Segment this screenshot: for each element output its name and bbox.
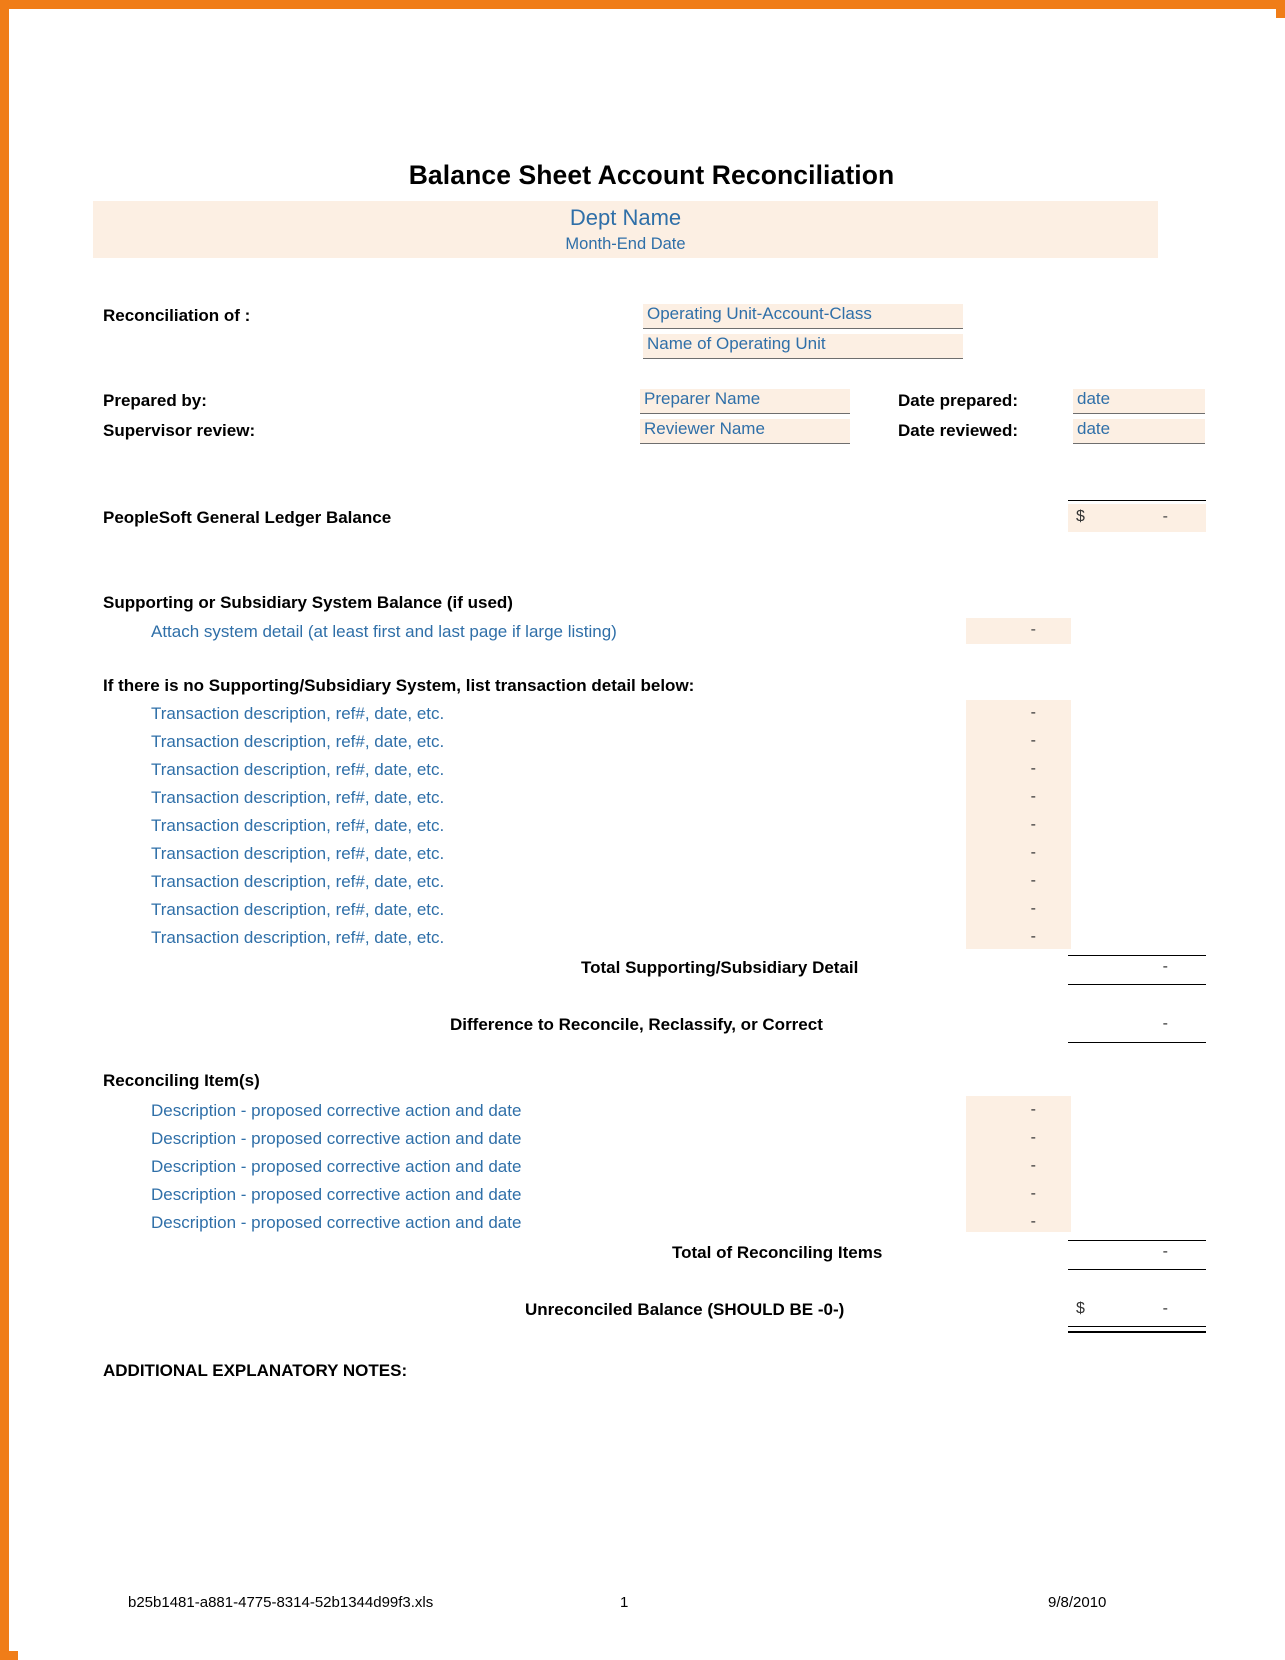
preparer-name-field[interactable]: Preparer Name bbox=[640, 389, 850, 414]
footer-date: 9/8/2010 bbox=[1048, 1594, 1107, 1611]
transaction-row-2-description[interactable]: Transaction description, ref#, date, etc… bbox=[151, 760, 444, 780]
gl-balance-label: PeopleSoft General Ledger Balance bbox=[103, 508, 392, 527]
reconciling-row-0-description[interactable]: Description - proposed corrective action… bbox=[151, 1101, 521, 1121]
total-reconciling-top-rule bbox=[1068, 1240, 1206, 1241]
header-band: Dept Name Month-End Date bbox=[93, 201, 1158, 258]
transaction-row-8-description[interactable]: Transaction description, ref#, date, etc… bbox=[151, 928, 444, 948]
operating-unit-name-field[interactable]: Name of Operating Unit bbox=[643, 334, 963, 359]
transaction-row-7-value[interactable]: - bbox=[966, 900, 1071, 918]
difference-value: - bbox=[1162, 1015, 1168, 1032]
month-end-date: Month-End Date bbox=[565, 235, 686, 253]
total-supporting-bottom-rule bbox=[1068, 984, 1206, 985]
difference-bottom-rule bbox=[1068, 1042, 1206, 1043]
reconciling-row-1-value[interactable]: - bbox=[966, 1129, 1071, 1147]
supporting-balance-heading: Supporting or Subsidiary System Balance … bbox=[103, 593, 513, 612]
unreconciled-rule-1 bbox=[1068, 1326, 1206, 1327]
unreconciled-balance-value: - bbox=[1162, 1300, 1168, 1317]
attach-detail-note: Attach system detail (at least first and… bbox=[151, 622, 617, 641]
reconciling-row-2-description[interactable]: Description - proposed corrective action… bbox=[151, 1157, 521, 1177]
total-reconciling-label: Total of Reconciling Items bbox=[672, 1243, 883, 1262]
transaction-row-6-value[interactable]: - bbox=[966, 872, 1071, 890]
unreconciled-balance-label: Unreconciled Balance (SHOULD BE -0-) bbox=[525, 1300, 845, 1319]
operating-unit-account-class-field[interactable]: Operating Unit-Account-Class bbox=[643, 304, 963, 329]
notes-heading: ADDITIONAL EXPLANATORY NOTES: bbox=[103, 1361, 408, 1380]
transaction-row-5-value[interactable]: - bbox=[966, 844, 1071, 862]
transaction-row-4-description[interactable]: Transaction description, ref#, date, etc… bbox=[151, 816, 444, 836]
transaction-row-0-value[interactable]: - bbox=[966, 704, 1071, 722]
transaction-detail-heading: If there is no Supporting/Subsidiary Sys… bbox=[103, 676, 695, 695]
total-supporting-top-rule bbox=[1068, 955, 1206, 956]
footer-page-number: 1 bbox=[620, 1594, 629, 1611]
transaction-row-4-value[interactable]: - bbox=[966, 816, 1071, 834]
transaction-row-3-value[interactable]: - bbox=[966, 788, 1071, 806]
document-sheet: Balance Sheet Account Reconciliation Dep… bbox=[18, 18, 1285, 1660]
date-prepared-label: Date prepared: bbox=[898, 391, 1018, 410]
transaction-row-2-value[interactable]: - bbox=[966, 760, 1071, 778]
prepared-by-label: Prepared by: bbox=[103, 391, 207, 410]
difference-label: Difference to Reconcile, Reclassify, or … bbox=[450, 1015, 823, 1034]
reconciling-row-3-description[interactable]: Description - proposed corrective action… bbox=[151, 1185, 521, 1205]
transaction-row-0-description[interactable]: Transaction description, ref#, date, etc… bbox=[151, 704, 444, 724]
total-reconciling-bottom-rule bbox=[1068, 1269, 1206, 1270]
transaction-row-8-value[interactable]: - bbox=[966, 928, 1071, 946]
footer-filename: b25b1481-a881-4775-8314-52b1344d99f3.xls bbox=[128, 1594, 434, 1611]
transaction-row-1-value[interactable]: - bbox=[966, 732, 1071, 750]
total-supporting-value: - bbox=[1162, 958, 1168, 975]
reviewer-name-field[interactable]: Reviewer Name bbox=[640, 419, 850, 444]
page-border: Balance Sheet Account Reconciliation Dep… bbox=[0, 0, 1285, 1660]
page-title: Balance Sheet Account Reconciliation bbox=[408, 160, 895, 190]
supporting-balance-value[interactable]: - bbox=[966, 618, 1071, 644]
total-supporting-label: Total Supporting/Subsidiary Detail bbox=[581, 958, 859, 977]
transaction-row-6-description[interactable]: Transaction description, ref#, date, etc… bbox=[151, 872, 444, 892]
reconciliation-of-label: Reconciliation of : bbox=[103, 306, 251, 325]
gl-balance-value[interactable]: - bbox=[1068, 504, 1206, 532]
transaction-row-3-description[interactable]: Transaction description, ref#, date, etc… bbox=[151, 788, 444, 808]
reconciling-row-3-value[interactable]: - bbox=[966, 1185, 1071, 1203]
gl-balance-top-rule bbox=[1068, 500, 1206, 501]
supervisor-review-label: Supervisor review: bbox=[103, 421, 256, 440]
date-reviewed-field[interactable]: date bbox=[1073, 419, 1205, 444]
reconciling-row-1-description[interactable]: Description - proposed corrective action… bbox=[151, 1129, 521, 1149]
dept-name: Dept Name bbox=[569, 205, 682, 230]
reconciling-row-0-value[interactable]: - bbox=[966, 1101, 1071, 1119]
total-reconciling-value: - bbox=[1162, 1243, 1168, 1260]
reconciling-row-4-description[interactable]: Description - proposed corrective action… bbox=[151, 1213, 521, 1233]
date-reviewed-label: Date reviewed: bbox=[898, 421, 1018, 440]
transaction-row-1-description[interactable]: Transaction description, ref#, date, etc… bbox=[151, 732, 444, 752]
gl-balance-currency: $ bbox=[1076, 508, 1085, 525]
transaction-row-5-description[interactable]: Transaction description, ref#, date, etc… bbox=[151, 844, 444, 864]
reconciling-row-2-value[interactable]: - bbox=[966, 1157, 1071, 1175]
reconciling-items-heading: Reconciling Item(s) bbox=[103, 1071, 260, 1090]
date-prepared-field[interactable]: date bbox=[1073, 389, 1205, 414]
unreconciled-rule-2 bbox=[1068, 1331, 1206, 1333]
reconciling-row-4-value[interactable]: - bbox=[966, 1213, 1071, 1231]
transaction-row-7-description[interactable]: Transaction description, ref#, date, etc… bbox=[151, 900, 444, 920]
